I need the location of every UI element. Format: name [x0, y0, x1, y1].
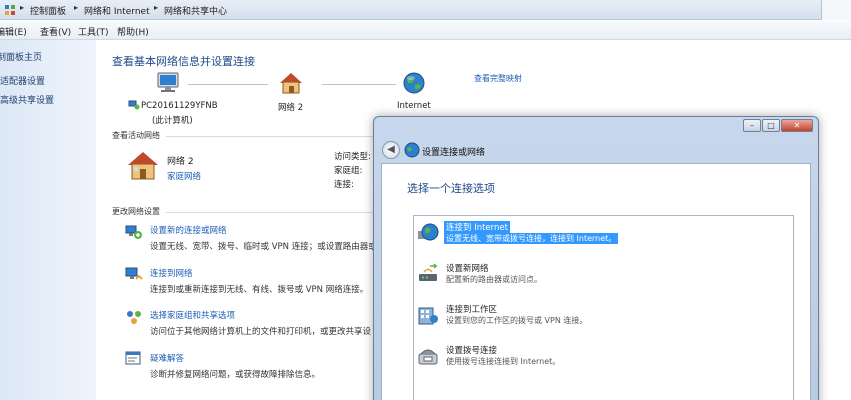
- troubleshoot-icon: [125, 351, 141, 365]
- task-homegroup-desc: 访问位于其他网络计算机上的文件和打印机，或更改共享设: [150, 327, 372, 337]
- computer-subtitle: (此计算机): [152, 116, 193, 126]
- computer-icon: [157, 72, 179, 92]
- option-title: 设置拨号连接: [446, 346, 498, 356]
- sidebar: 控制面板主页 更改适配器设置 更改高级共享设置: [0, 40, 96, 400]
- option-desc: 使用拨号连接连接到 Internet。: [446, 357, 561, 366]
- sidebar-item-control-panel-home[interactable]: 控制面板主页: [0, 50, 42, 63]
- breadcrumb-network-sharing-center[interactable]: 网络和共享中心: [164, 4, 227, 17]
- dialog-body: 选择一个连接选项 连接到 Internet 设置无线、宽带或拨号连接，连接到 I…: [381, 163, 811, 400]
- change-settings-heading: 更改网络设置: [112, 207, 160, 216]
- workplace-icon: [418, 307, 438, 325]
- option-title: 设置新网络: [446, 264, 489, 274]
- chevron-right-icon: ▸: [74, 3, 79, 12]
- minimize-button[interactable]: –: [743, 119, 761, 132]
- option-new-network[interactable]: 设置新网络 配置新的路由器或访问点。: [414, 262, 794, 290]
- option-dialup[interactable]: 设置拨号连接 使用拨号连接连接到 Internet。: [414, 344, 794, 372]
- control-panel-icon: [5, 5, 15, 15]
- address-bar[interactable]: ▸ 控制面板 ▸ 网络和 Internet ▸ 网络和共享中心: [0, 0, 851, 20]
- see-full-map-link[interactable]: 查看完整映射: [474, 73, 522, 84]
- menu-tools[interactable]: 工具(T): [78, 25, 109, 38]
- task-setup-connection[interactable]: 设置新的连接或网络: [150, 224, 227, 236]
- dialog-heading: 选择一个连接选项: [407, 182, 495, 195]
- access-type-label: 访问类型:: [334, 152, 371, 162]
- page-title: 查看基本网络信息并设置连接: [112, 55, 255, 68]
- new-connection-icon: [125, 225, 142, 239]
- network-map-link: [322, 84, 396, 85]
- connection-label: 连接:: [334, 180, 354, 190]
- homegroup-label: 家庭组:: [334, 166, 363, 176]
- network-map-link: [188, 84, 268, 85]
- home-network-icon: [128, 152, 158, 180]
- network-setup-icon: [404, 142, 420, 158]
- option-connect-workplace[interactable]: 连接到工作区 设置到您的工作区的拨号或 VPN 连接。: [414, 303, 794, 331]
- network-node-label: 网络 2: [278, 103, 304, 113]
- sidebar-item-adapter-settings[interactable]: 更改适配器设置: [0, 74, 45, 87]
- option-connect-internet[interactable]: 连接到 Internet 设置无线、宽带或拨号连接，连接到 Internet。: [414, 221, 794, 249]
- computer-name: PC20161129YFNB: [141, 101, 218, 111]
- home-network-icon: [280, 73, 302, 94]
- active-networks-heading: 查看活动网络: [112, 131, 160, 140]
- close-button[interactable]: ✕: [781, 119, 813, 132]
- task-connect-network-desc: 连接到或重新连接到无线、有线、拨号或 VPN 网络连接。: [150, 285, 369, 295]
- option-desc: 设置到您的工作区的拨号或 VPN 连接。: [446, 316, 588, 325]
- connection-options-list: 连接到 Internet 设置无线、宽带或拨号连接，连接到 Internet。 …: [413, 215, 794, 400]
- option-title: 连接到工作区: [446, 305, 498, 315]
- option-title: 连接到 Internet: [444, 221, 510, 233]
- option-desc: 配置新的路由器或访问点。: [446, 275, 542, 284]
- task-troubleshoot[interactable]: 疑难解答: [150, 352, 184, 364]
- sidebar-item-advanced-sharing[interactable]: 更改高级共享设置: [0, 93, 54, 106]
- internet-node-label: Internet: [397, 101, 431, 111]
- network-adapter-icon: [128, 100, 140, 110]
- active-network-name: 网络 2: [167, 157, 194, 167]
- globe-connect-icon: [418, 223, 439, 241]
- address-dropdown[interactable]: [821, 0, 851, 20]
- menu-view[interactable]: 查看(V): [40, 25, 71, 38]
- network-type-link[interactable]: 家庭网络: [167, 170, 201, 182]
- homegroup-icon: [127, 311, 141, 324]
- breadcrumb-network-internet[interactable]: 网络和 Internet: [84, 4, 150, 17]
- menu-bar: 编辑(E) 查看(V) 工具(T) 帮助(H): [0, 21, 851, 40]
- task-homegroup[interactable]: 选择家庭组和共享选项: [150, 309, 235, 321]
- back-arrow-icon[interactable]: ◀: [382, 141, 400, 159]
- globe-icon: [403, 72, 425, 94]
- setup-connection-dialog: – □ ✕ ◀ 设置连接或网络 选择一个连接选项 连接到 Internet 设置…: [373, 116, 819, 400]
- task-setup-connection-desc: 设置无线、宽带、拨号、临时或 VPN 连接；或设置路由器或: [150, 242, 377, 252]
- task-troubleshoot-desc: 诊断并修复网络问题，或获得故障排除信息。: [150, 370, 321, 380]
- router-icon: [419, 263, 438, 281]
- maximize-button[interactable]: □: [762, 119, 780, 132]
- dialog-title: 设置连接或网络: [422, 148, 486, 158]
- menu-edit[interactable]: 编辑(E): [0, 25, 27, 38]
- chevron-right-icon: ▸: [20, 3, 25, 12]
- dialup-icon: [418, 349, 438, 365]
- chevron-right-icon: ▸: [154, 3, 159, 12]
- connect-network-icon: [125, 267, 143, 280]
- option-desc: 设置无线、宽带或拨号连接，连接到 Internet。: [444, 233, 619, 244]
- breadcrumb-control-panel[interactable]: 控制面板: [30, 4, 66, 17]
- menu-help[interactable]: 帮助(H): [117, 25, 149, 38]
- task-connect-network[interactable]: 连接到网络: [150, 267, 193, 279]
